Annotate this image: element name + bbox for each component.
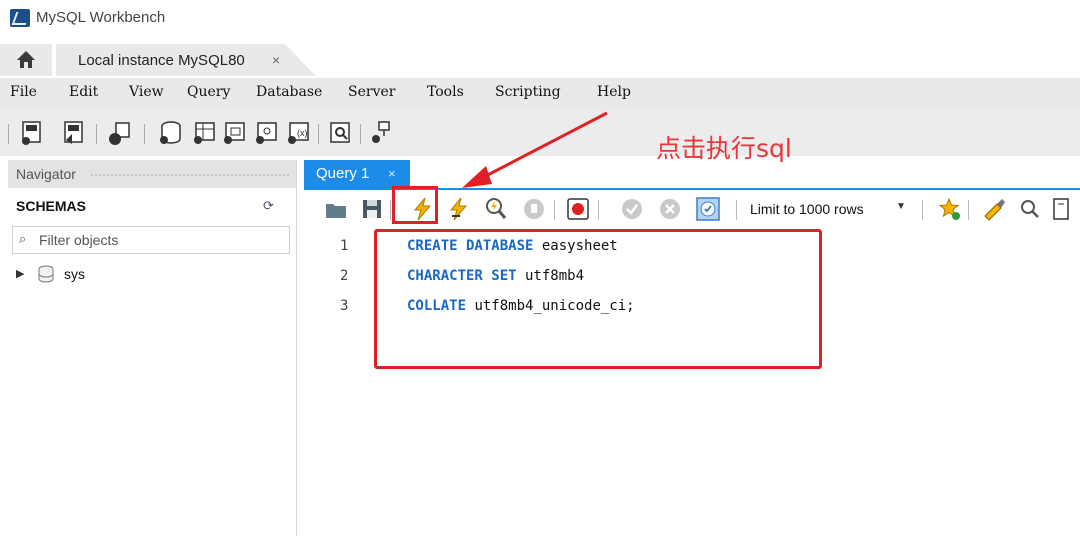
svg-text:(x): (x) (297, 128, 308, 138)
toolbar-separator (360, 124, 361, 144)
toolbar-separator (736, 200, 737, 220)
commit-icon[interactable] (620, 196, 644, 222)
mysql-workbench-logo-icon (10, 9, 30, 27)
toolbar-separator (318, 124, 319, 144)
create-procedure-icon[interactable] (254, 120, 278, 146)
menu-scripting[interactable]: Scripting (495, 84, 561, 100)
create-table-icon[interactable] (192, 120, 216, 146)
search-icon: ⌕ (19, 231, 27, 246)
toolbar-separator (968, 200, 969, 220)
create-function-icon[interactable]: (x) (286, 120, 310, 146)
add-snippet-icon[interactable] (938, 196, 962, 222)
limit-rows-value: Limit to 1000 rows (750, 201, 864, 217)
inspector-icon[interactable] (108, 120, 132, 146)
navigator-header: Navigator (8, 160, 296, 188)
menu-file[interactable]: File (10, 84, 37, 100)
schema-name: sys (64, 266, 85, 282)
open-sql-script-icon[interactable] (62, 120, 86, 146)
create-view-icon[interactable] (222, 120, 246, 146)
menu-tools[interactable]: Tools (427, 84, 464, 100)
toolbar-separator (96, 124, 97, 144)
close-icon[interactable]: × (388, 166, 396, 181)
expand-caret-icon[interactable]: ▶ (16, 267, 24, 280)
close-icon[interactable]: × (272, 52, 280, 68)
toggle-continue-on-error-icon[interactable] (566, 196, 590, 222)
database-icon (38, 265, 54, 283)
filter-objects-input[interactable] (37, 229, 281, 251)
refresh-icon[interactable]: ⟳ (263, 198, 274, 214)
home-icon (17, 51, 35, 68)
tab-query-1[interactable]: Query 1 × (304, 160, 410, 188)
toolbar-separator (598, 200, 599, 220)
navigator-panel: Navigator SCHEMAS ⟳ ⌕ ▶ sys (8, 160, 297, 536)
chevron-down-icon: ▼ (896, 201, 906, 212)
menu-bar: File Edit View Query Database Server Too… (0, 78, 1080, 110)
navigator-title: Navigator (16, 166, 76, 182)
line-number: 1 (340, 238, 349, 254)
execute-current-statement-icon[interactable] (446, 196, 470, 222)
save-icon[interactable] (360, 196, 384, 222)
toolbar-separator (922, 200, 923, 220)
limit-rows-select[interactable]: Limit to 1000 rows ▼ (750, 198, 906, 222)
schemas-heading: SCHEMAS (16, 198, 87, 214)
search-table-data-icon[interactable] (328, 120, 352, 146)
connection-tab-row: Local instance MySQL80 × (0, 44, 1080, 76)
title-bar: MySQL Workbench (0, 0, 1080, 36)
beautify-icon[interactable] (982, 196, 1006, 222)
toolbar-separator (8, 124, 9, 144)
create-schema-icon[interactable] (158, 120, 182, 146)
window-title: MySQL Workbench (36, 9, 166, 26)
new-sql-tab-icon[interactable] (20, 120, 44, 146)
schema-tree-item-sys[interactable]: ▶ sys (12, 264, 272, 286)
explain-icon[interactable] (484, 196, 508, 222)
main-toolbar: (x) (0, 110, 1080, 156)
tab-local-instance[interactable]: Local instance MySQL80 × (56, 44, 316, 76)
toolbar-separator (554, 200, 555, 220)
toolbar-separator (144, 124, 145, 144)
tab-query-1-label: Query 1 (316, 165, 370, 182)
menu-database[interactable]: Database (256, 84, 322, 100)
line-number: 2 (340, 268, 349, 284)
annotation-execute-highlight (392, 186, 438, 224)
filter-objects-box[interactable]: ⌕ (12, 226, 290, 254)
home-tab[interactable] (0, 44, 52, 76)
menu-help[interactable]: Help (597, 84, 631, 100)
menu-server[interactable]: Server (348, 84, 395, 100)
annotation-label: 点击执行sql (656, 134, 792, 163)
panel-grip[interactable] (90, 173, 290, 177)
open-file-icon[interactable] (324, 196, 348, 222)
rollback-icon[interactable] (658, 196, 682, 222)
wrap-icon[interactable] (1050, 196, 1074, 222)
menu-query[interactable]: Query (187, 84, 230, 100)
toolbar-separator (390, 200, 391, 220)
find-icon[interactable] (1018, 196, 1042, 222)
menu-view[interactable]: View (129, 84, 164, 100)
line-number: 3 (340, 298, 349, 314)
tab-local-instance-label: Local instance MySQL80 (78, 52, 245, 69)
menu-edit[interactable]: Edit (69, 84, 98, 100)
annotation-code-highlight (374, 229, 822, 369)
autocommit-icon[interactable] (696, 196, 720, 222)
reconnect-icon[interactable] (370, 120, 394, 146)
stop-icon[interactable] (522, 196, 546, 222)
